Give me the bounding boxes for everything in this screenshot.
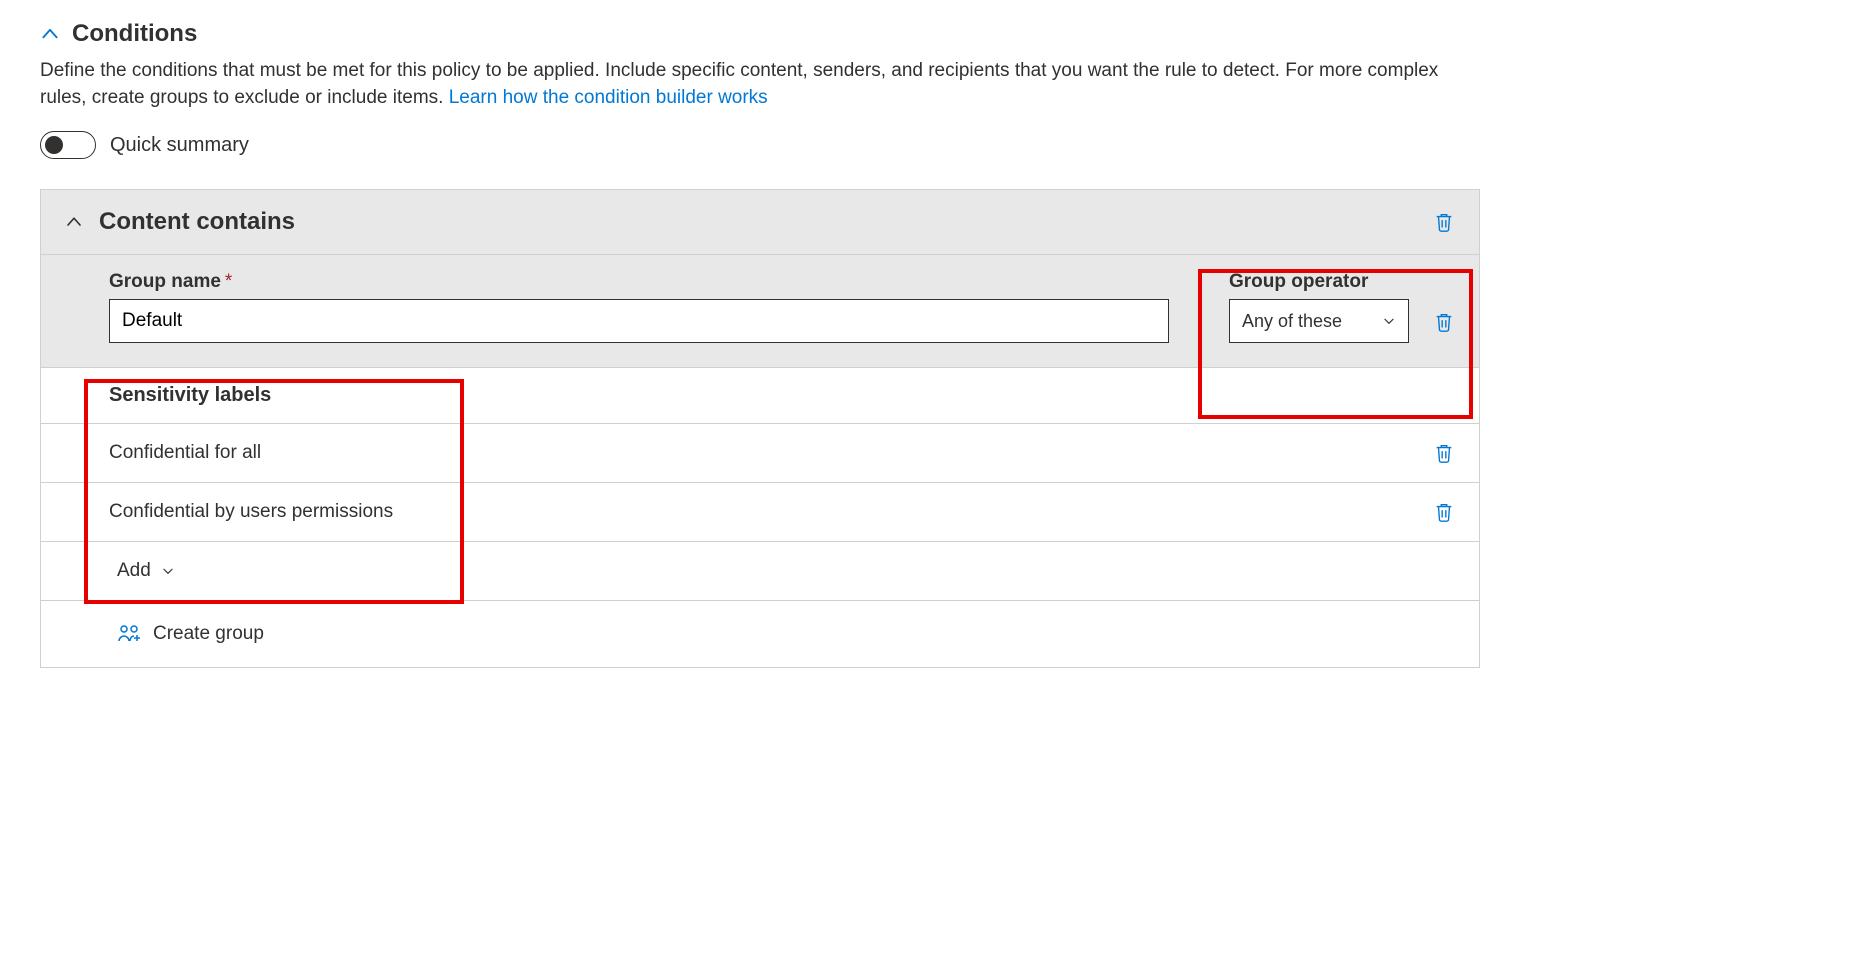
list-item: Confidential for all (41, 424, 1479, 483)
trash-icon[interactable] (1433, 501, 1455, 523)
group-name-label: Group name* (109, 271, 1169, 293)
chevron-down-icon (1382, 314, 1396, 328)
group-config-row: Group name* Group operator Any of these (41, 255, 1479, 368)
list-item: Confidential by users permissions (41, 483, 1479, 542)
trash-icon[interactable] (1433, 442, 1455, 464)
add-label: Add (117, 560, 151, 582)
group-operator-value: Any of these (1242, 311, 1342, 332)
quick-summary-toggle[interactable] (40, 131, 96, 159)
group-operator-select[interactable]: Any of these (1229, 299, 1409, 343)
quick-summary-label: Quick summary (110, 134, 249, 157)
group-operator-label: Group operator (1229, 271, 1409, 293)
condition-card: Content contains Group name* Group opera… (40, 189, 1480, 668)
trash-icon[interactable] (1433, 311, 1455, 333)
toggle-knob (45, 136, 63, 154)
content-contains-title: Content contains (99, 208, 295, 236)
sensitivity-label-text: Confidential for all (109, 442, 261, 464)
people-add-icon (117, 624, 143, 644)
chevron-down-icon (161, 564, 175, 578)
chevron-up-icon[interactable] (65, 213, 83, 231)
conditions-title: Conditions (72, 20, 197, 48)
trash-icon[interactable] (1433, 211, 1455, 233)
card-header: Content contains (41, 190, 1479, 255)
conditions-description: Define the conditions that must be met f… (40, 58, 1470, 111)
sensitivity-labels-header: Sensitivity labels (41, 368, 1479, 424)
create-group-button[interactable]: Create group (41, 601, 1479, 667)
sensitivity-label-text: Confidential by users permissions (109, 501, 393, 523)
group-name-input[interactable] (109, 299, 1169, 343)
learn-link[interactable]: Learn how the condition builder works (449, 87, 768, 108)
chevron-up-icon[interactable] (40, 24, 60, 44)
create-group-label: Create group (153, 623, 264, 645)
add-button[interactable]: Add (41, 542, 1479, 601)
